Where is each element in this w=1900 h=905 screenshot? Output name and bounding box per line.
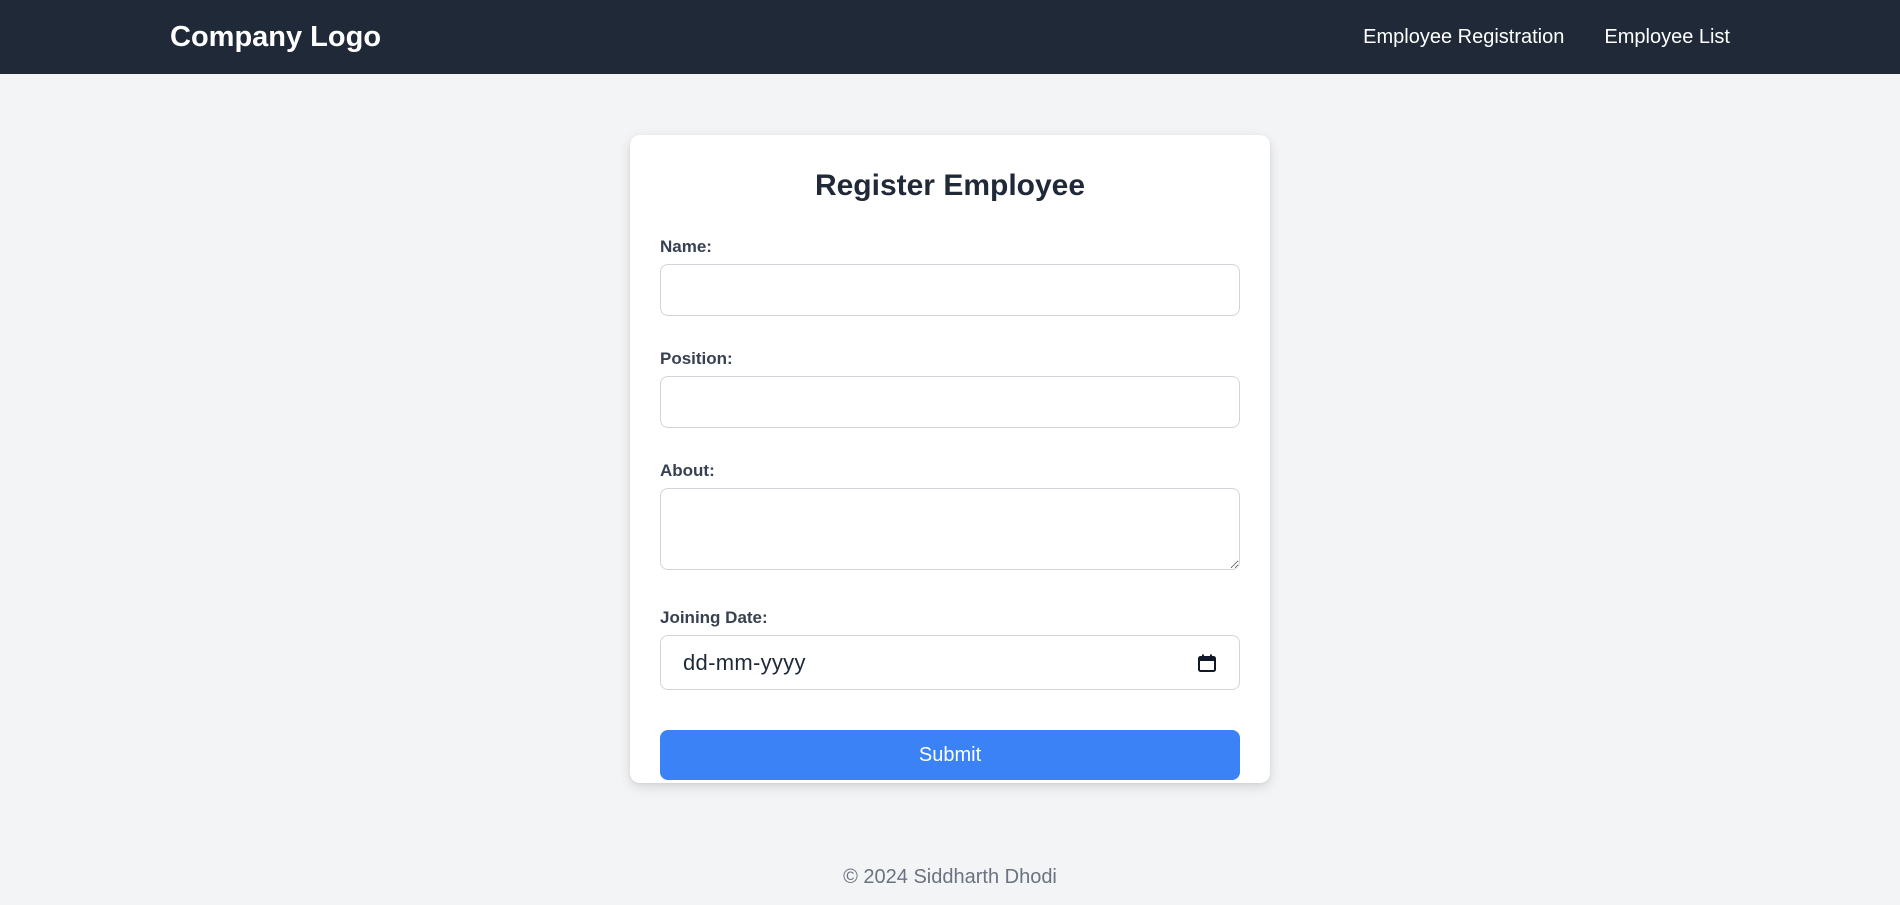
about-textarea[interactable] bbox=[660, 488, 1240, 570]
about-label: About: bbox=[660, 461, 715, 480]
position-label: Position: bbox=[660, 349, 733, 368]
nav-link-employee-list[interactable]: Employee List bbox=[1604, 26, 1730, 49]
joining-date-input[interactable]: dd-mm-yyyy bbox=[660, 635, 1240, 690]
name-input[interactable] bbox=[660, 264, 1240, 316]
registration-card: Register Employee Name: Position: About:… bbox=[630, 135, 1270, 783]
company-logo[interactable]: Company Logo bbox=[170, 21, 381, 54]
name-label: Name: bbox=[660, 237, 712, 256]
calendar-icon[interactable] bbox=[1197, 653, 1217, 673]
top-navbar: Company Logo Employee Registration Emplo… bbox=[0, 0, 1900, 74]
date-placeholder: dd-mm-yyyy bbox=[683, 649, 806, 675]
form-title: Register Employee bbox=[814, 169, 1086, 202]
submit-button[interactable]: Submit bbox=[660, 730, 1240, 780]
nav-links: Employee Registration Employee List bbox=[1363, 26, 1730, 49]
footer-copyright: © 2024 Siddharth Dhodi bbox=[843, 866, 1057, 888]
nav-link-employee-registration[interactable]: Employee Registration bbox=[1363, 26, 1564, 49]
position-input[interactable] bbox=[660, 376, 1240, 428]
joining-date-label: Joining Date: bbox=[660, 608, 768, 627]
